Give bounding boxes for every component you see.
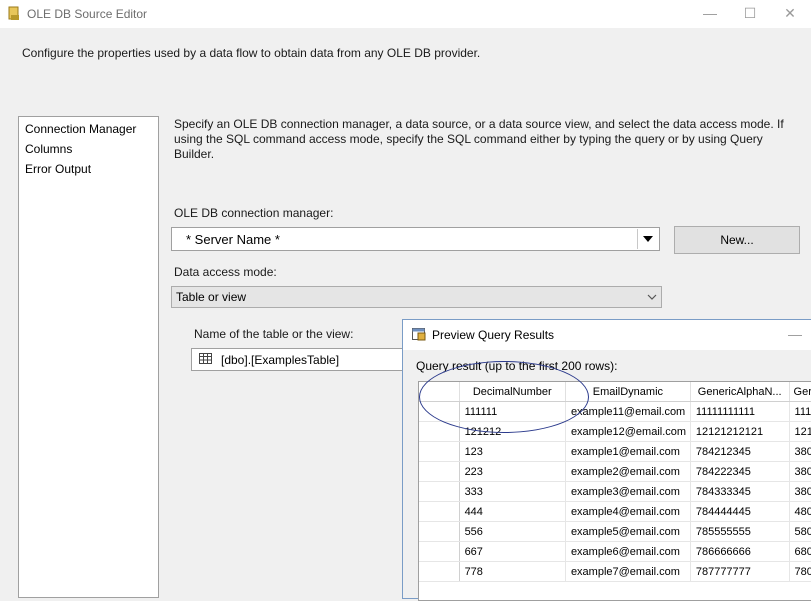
table-row[interactable]: 444example4@email.com784444445480 <box>419 501 811 522</box>
preview-dialog: Preview Query Results — Query result (up… <box>402 319 811 601</box>
table-name-value: [dbo].[ExamplesTable] <box>221 353 340 367</box>
table-cell[interactable]: 121212 <box>459 421 566 442</box>
table-row[interactable]: 333example3@email.com784333345380 <box>419 481 811 502</box>
table-cell[interactable]: 580 <box>789 521 811 542</box>
close-button[interactable]: ✕ <box>767 0 811 28</box>
table-cell[interactable]: example7@email.com <box>565 561 691 582</box>
row-header[interactable] <box>419 561 460 582</box>
table-row[interactable]: 223example2@email.com784222345380 <box>419 461 811 482</box>
nav-panel: Connection Manager Columns Error Output <box>18 116 159 598</box>
new-connection-button[interactable]: New... <box>674 226 800 254</box>
nav-item-columns[interactable]: Columns <box>25 142 72 156</box>
connection-manager-label: OLE DB connection manager: <box>174 206 334 220</box>
table-cell[interactable]: example3@email.com <box>565 481 691 502</box>
editor-description: Configure the properties used by a data … <box>22 46 481 60</box>
window-title: OLE DB Source Editor <box>27 7 148 21</box>
table-cell[interactable]: example12@email.com <box>565 421 691 442</box>
access-mode-label: Data access mode: <box>174 265 277 279</box>
column-header[interactable]: GenericAlphaN... <box>690 382 790 402</box>
table-cell[interactable]: 121 <box>789 421 811 442</box>
column-header[interactable]: DecimalNumber <box>459 382 566 402</box>
chevron-down-icon <box>647 294 657 300</box>
row-header[interactable] <box>419 521 460 542</box>
table-cell[interactable]: 784212345 <box>690 441 790 462</box>
table-cell[interactable]: 667 <box>459 541 566 562</box>
table-cell[interactable]: 785555555 <box>690 521 790 542</box>
table-cell[interactable]: 380 <box>789 481 811 502</box>
table-cell[interactable]: 111111 <box>459 401 566 422</box>
row-header[interactable] <box>419 441 460 462</box>
row-header[interactable] <box>419 501 460 522</box>
preview-icon <box>412 328 426 341</box>
table-cell[interactable]: 444 <box>459 501 566 522</box>
results-grid[interactable]: DecimalNumber EmailDynamic GenericAlphaN… <box>418 381 811 601</box>
table-cell[interactable]: 223 <box>459 461 566 482</box>
table-row[interactable]: 556example5@email.com785555555580 <box>419 521 811 542</box>
query-result-label: Query result (up to the first 200 rows): <box>416 359 618 373</box>
table-cell[interactable]: 11111111111 <box>690 401 790 422</box>
table-cell[interactable]: 12121212121 <box>690 421 790 442</box>
table-cell[interactable]: 111 <box>789 401 811 422</box>
table-row[interactable]: 123example1@email.com784212345380 <box>419 441 811 462</box>
results-table: DecimalNumber EmailDynamic GenericAlphaN… <box>419 382 811 582</box>
connection-dropdown-button[interactable] <box>637 229 658 249</box>
connection-manager-combo[interactable]: * Server Name * <box>171 227 660 251</box>
table-cell[interactable]: example5@email.com <box>565 521 691 542</box>
table-row[interactable]: 111111 example11@email.com 11111111111 111 <box>419 401 811 422</box>
access-mode-select[interactable]: Table or view <box>171 286 662 308</box>
instructions-text: Specify an OLE DB connection manager, a … <box>174 117 784 161</box>
table-name-combo[interactable]: [dbo].[ExamplesTable] <box>191 348 411 371</box>
row-header[interactable] <box>419 481 460 502</box>
row-header[interactable] <box>419 401 460 422</box>
preview-title-bar: Preview Query Results — <box>403 320 811 350</box>
table-cell[interactable]: 556 <box>459 521 566 542</box>
ssis-source-icon <box>8 6 19 20</box>
table-cell[interactable]: 380 <box>789 461 811 482</box>
row-header[interactable] <box>419 461 460 482</box>
row-header[interactable] <box>419 421 460 442</box>
table-name-label: Name of the table or the view: <box>194 327 354 341</box>
preview-minimize-button[interactable]: — <box>788 326 802 342</box>
nav-item-error-output[interactable]: Error Output <box>25 162 91 176</box>
table-row[interactable]: 667example6@email.com786666666680 <box>419 541 811 562</box>
results-header-row: DecimalNumber EmailDynamic GenericAlphaN… <box>419 382 811 402</box>
table-cell[interactable]: example1@email.com <box>565 441 691 462</box>
table-cell[interactable]: 333 <box>459 481 566 502</box>
table-cell[interactable]: 786666666 <box>690 541 790 562</box>
connection-manager-value: * Server Name * <box>186 232 280 247</box>
table-cell[interactable]: 480 <box>789 501 811 522</box>
table-cell[interactable]: 787777777 <box>690 561 790 582</box>
table-cell[interactable]: 680 <box>789 541 811 562</box>
row-header[interactable] <box>419 541 460 562</box>
table-cell[interactable]: 784333345 <box>690 481 790 502</box>
table-cell[interactable]: example11@email.com <box>565 401 691 422</box>
table-row[interactable]: 778example7@email.com787777777780 <box>419 561 811 582</box>
table-icon <box>199 353 212 364</box>
table-cell[interactable]: 784222345 <box>690 461 790 482</box>
table-cell[interactable]: 778 <box>459 561 566 582</box>
table-cell[interactable]: 123 <box>459 441 566 462</box>
dropdown-arrow-icon <box>643 236 653 242</box>
preview-title: Preview Query Results <box>432 328 555 342</box>
column-header[interactable]: Ger <box>789 382 811 402</box>
table-cell[interactable]: example4@email.com <box>565 501 691 522</box>
table-cell[interactable]: 780 <box>789 561 811 582</box>
table-cell[interactable]: example6@email.com <box>565 541 691 562</box>
access-mode-value: Table or view <box>176 290 247 304</box>
row-header-corner <box>419 382 460 402</box>
nav-item-connection-manager[interactable]: Connection Manager <box>25 122 136 136</box>
table-cell[interactable]: 784444445 <box>690 501 790 522</box>
column-header[interactable]: EmailDynamic <box>565 382 691 402</box>
table-row[interactable]: 121212example12@email.com12121212121121 <box>419 421 811 442</box>
table-cell[interactable]: example2@email.com <box>565 461 691 482</box>
table-cell[interactable]: 380 <box>789 441 811 462</box>
title-bar: OLE DB Source Editor — ☐ ✕ <box>0 0 811 28</box>
